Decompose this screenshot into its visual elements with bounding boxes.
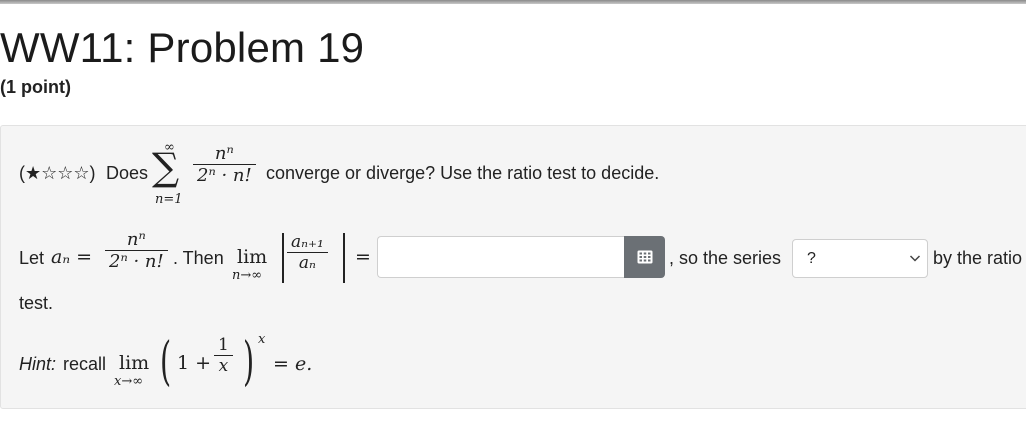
by-the-ratio-label: by the ratio [933, 248, 1023, 268]
hint-limit-subscript: x→∞ [114, 374, 144, 389]
equals-sign: = [355, 246, 371, 268]
hint-recall: recall [63, 354, 107, 374]
convergence-select[interactable]: ? [792, 239, 928, 278]
top-divider [0, 0, 1026, 4]
select-value: ? [807, 249, 816, 267]
an-numerator: nⁿ [126, 229, 146, 250]
hint-exponent: x [258, 332, 266, 347]
question-text: converge or diverge? Use the ratio test … [266, 163, 660, 183]
so-the-series-label: , so the series [669, 248, 782, 268]
hint-left-paren: ( [160, 332, 172, 392]
difficulty-stars: (★☆☆☆) [19, 163, 96, 183]
series-denominator: 2ⁿ · n! [197, 165, 252, 186]
test-label: test. [19, 293, 54, 313]
abs-bar-right [343, 233, 345, 283]
keypad-icon [637, 250, 652, 264]
hint-limit-operator: lim [119, 352, 150, 374]
ratio-fraction: aₙ₊₁ aₙ [287, 232, 328, 273]
sum-sigma-symbol: ∑ [152, 145, 180, 189]
page-title: WW11: Problem 19 [0, 24, 365, 71]
sum-lower-limit: n=1 [155, 192, 183, 207]
an-denominator: 2ⁿ · n! [109, 251, 164, 272]
hint-result: = e. [273, 353, 313, 375]
hint-frac-numerator: 1 [218, 335, 229, 355]
hint-frac-denominator: x [218, 356, 229, 376]
an-definition-lhs: aₙ = [51, 246, 92, 268]
question-does: Does [106, 163, 149, 183]
hint-fraction: 1 x [214, 335, 233, 376]
then-label: . Then [173, 248, 224, 268]
keypad-button[interactable] [624, 236, 665, 278]
hint-one-plus: 1 + [177, 352, 212, 374]
hint-label: Hint: [19, 354, 57, 374]
let-label: Let [19, 248, 45, 268]
limit-subscript: n→∞ [232, 268, 263, 283]
ratio-denominator: aₙ [298, 253, 316, 273]
points-label: (1 point) [0, 77, 71, 97]
ratio-numerator: aₙ₊₁ [291, 232, 324, 252]
problem-panel: (★☆☆☆) Does ∞ ∑ n=1 nⁿ 2ⁿ · n! converge … [0, 125, 1026, 409]
chevron-down-icon [909, 255, 921, 262]
an-fraction: nⁿ 2ⁿ · n! [105, 229, 168, 272]
series-fraction: nⁿ 2ⁿ · n! [193, 143, 256, 186]
answer-input[interactable] [377, 236, 625, 278]
abs-bar-left [282, 233, 284, 283]
hint-right-paren: ) [243, 332, 255, 392]
limit-operator: lim [237, 246, 268, 268]
series-numerator: nⁿ [214, 143, 234, 164]
